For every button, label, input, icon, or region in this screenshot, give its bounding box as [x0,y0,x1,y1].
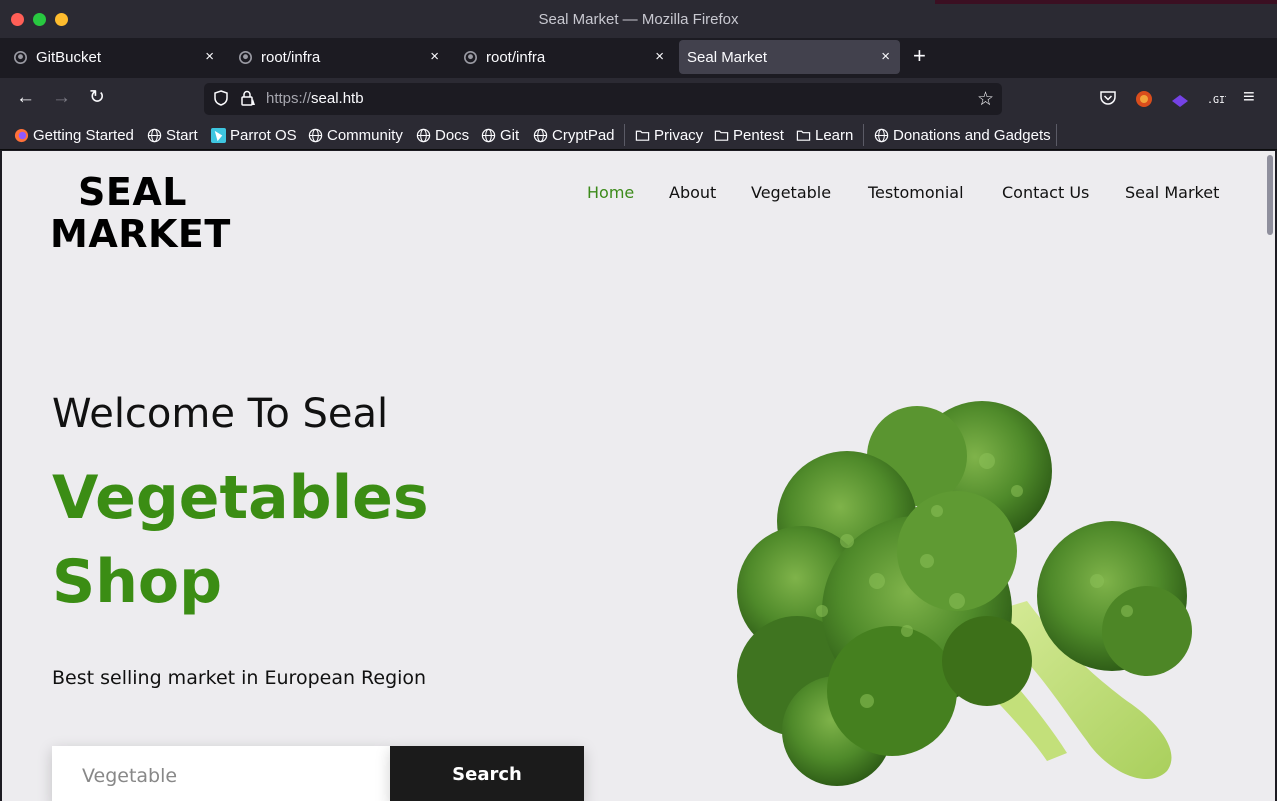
bookmark-separator [1056,124,1057,146]
bookmark-label: Learn [815,126,854,144]
insecure-lock-icon[interactable] [240,90,256,107]
bookmark-star-icon[interactable]: ☆ [977,88,994,111]
cookie-editor-icon[interactable]: .GIT [1206,89,1231,109]
nav-vegetable[interactable]: Vegetable [751,183,831,202]
pocket-icon[interactable] [1099,89,1119,109]
navigation-toolbar: ← → ↻ https://seal.htb ☆ 10 .GIT ≡ [0,78,1277,173]
bookmark-label: Community [327,126,403,144]
bookmark-label: Git [500,126,520,144]
globe-icon [481,128,496,143]
url-text[interactable]: https://seal.htb [266,90,364,107]
bookmark-label: Privacy [654,126,704,144]
hero-headline: Vegetables Shop [52,456,429,624]
github-icon [464,51,477,64]
tab-strip: GitBucket × root/infra × root/infra × Se… [0,38,1277,78]
reload-button[interactable]: ↻ [89,88,105,108]
bookmark-label: Parrot OS [230,126,297,144]
close-tab-icon[interactable]: × [655,48,664,65]
tab-seal-market[interactable]: Seal Market × [679,40,900,74]
globe-icon [308,128,323,143]
globe-icon [533,128,548,143]
bookmark-label: Start [166,126,198,144]
bookmark-getting-started[interactable]: Getting Started [14,126,134,144]
bookmark-label: Pentest [733,126,784,144]
github-icon [239,51,252,64]
browser-window: Seal Market — Mozilla Firefox GitBucket … [0,0,1277,801]
tab-label: Seal Market [687,49,768,66]
tab-label: root/infra [261,49,321,66]
nav-testimonial[interactable]: Testomonial [868,183,964,202]
foxyproxy-icon[interactable] [1134,89,1154,109]
firefox-icon [14,128,29,143]
bookmark-label: Donations and Gadgets [893,126,1051,144]
tab-label: GitBucket [36,49,102,66]
bookmark-label: CryptPad [552,126,615,144]
url-scheme: https:// [266,90,312,107]
bookmark-donations-and-gadgets[interactable]: Donations and Gadgets [874,126,1051,144]
bookmark-docs[interactable]: Docs [416,126,469,144]
site-logo[interactable]: SEAL MARKET [50,170,231,256]
nav-about[interactable]: About [669,183,716,202]
bookmark-folder-privacy[interactable]: Privacy [635,126,703,144]
tab-label: root/infra [486,49,546,66]
nav-seal-market[interactable]: Seal Market [1125,183,1219,202]
tab-root-infra-2[interactable]: root/infra × [452,40,674,74]
hero-headline-line-2: Shop [52,547,223,617]
address-bar[interactable]: https://seal.htb ☆ [204,83,1002,115]
url-host: seal.htb [311,90,364,107]
background-window-sliver [935,0,1277,4]
github-icon [14,51,27,64]
svg-text:.GIT: .GIT [1207,95,1226,106]
bookmark-separator [624,124,625,146]
scrollbar-thumb[interactable] [1267,155,1273,235]
tracking-protection-shield-icon[interactable] [214,90,228,106]
hamburger-menu-icon[interactable]: ≡ [1243,87,1255,107]
tab-gitbucket[interactable]: GitBucket × [2,40,224,74]
logo-line-1: SEAL [78,170,187,214]
bookmark-start[interactable]: Start [147,126,198,144]
tab-root-infra-1[interactable]: root/infra × [227,40,449,74]
nav-contact-us[interactable]: Contact Us [1002,183,1089,202]
bookmark-label: Docs [435,126,470,144]
bookmark-folder-pentest[interactable]: Pentest [714,126,784,144]
forward-button[interactable]: → [52,88,71,108]
close-tab-icon[interactable]: × [881,48,890,65]
bookmark-folder-learn[interactable]: Learn [796,126,853,144]
search-button[interactable]: Search [390,746,584,801]
close-tab-icon[interactable]: × [205,48,214,65]
bookmark-community[interactable]: Community [308,126,403,144]
title-bar: Seal Market — Mozilla Firefox [0,0,1277,38]
broccoli-image [737,401,1192,786]
globe-icon [874,128,889,143]
globe-icon [147,128,162,143]
wappalyzer-icon[interactable] [1170,89,1190,109]
hero-tagline: Best selling market in European Region [52,667,427,689]
nav-home[interactable]: Home [587,183,634,202]
new-tab-button[interactable]: + [913,45,926,67]
bookmark-cryptpad[interactable]: CryptPad [533,126,615,144]
bookmark-parrot-os[interactable]: Parrot OS [211,126,297,144]
logo-line-2: MARKET [50,212,231,256]
parrot-icon [211,127,226,143]
page-scrollbar[interactable] [1263,151,1275,801]
bookmark-label: Getting Started [33,126,134,144]
folder-icon [635,128,650,143]
bookmarks-toolbar: Getting Started Start Parrot OS Communit… [0,120,1277,150]
bookmark-separator [863,124,864,146]
hero-welcome: Welcome To Seal [52,391,389,437]
folder-icon [714,128,729,143]
folder-icon [796,128,811,143]
bookmark-git[interactable]: Git [481,126,519,144]
web-page: SEAL MARKET Home About Vegetable Testomo… [2,151,1275,801]
window-title: Seal Market — Mozilla Firefox [538,11,739,28]
close-tab-icon[interactable]: × [430,48,439,65]
vegetable-search-input[interactable] [52,746,390,801]
hero-headline-line-1: Vegetables [52,463,429,533]
back-button[interactable]: ← [16,88,35,108]
globe-icon [416,128,431,143]
